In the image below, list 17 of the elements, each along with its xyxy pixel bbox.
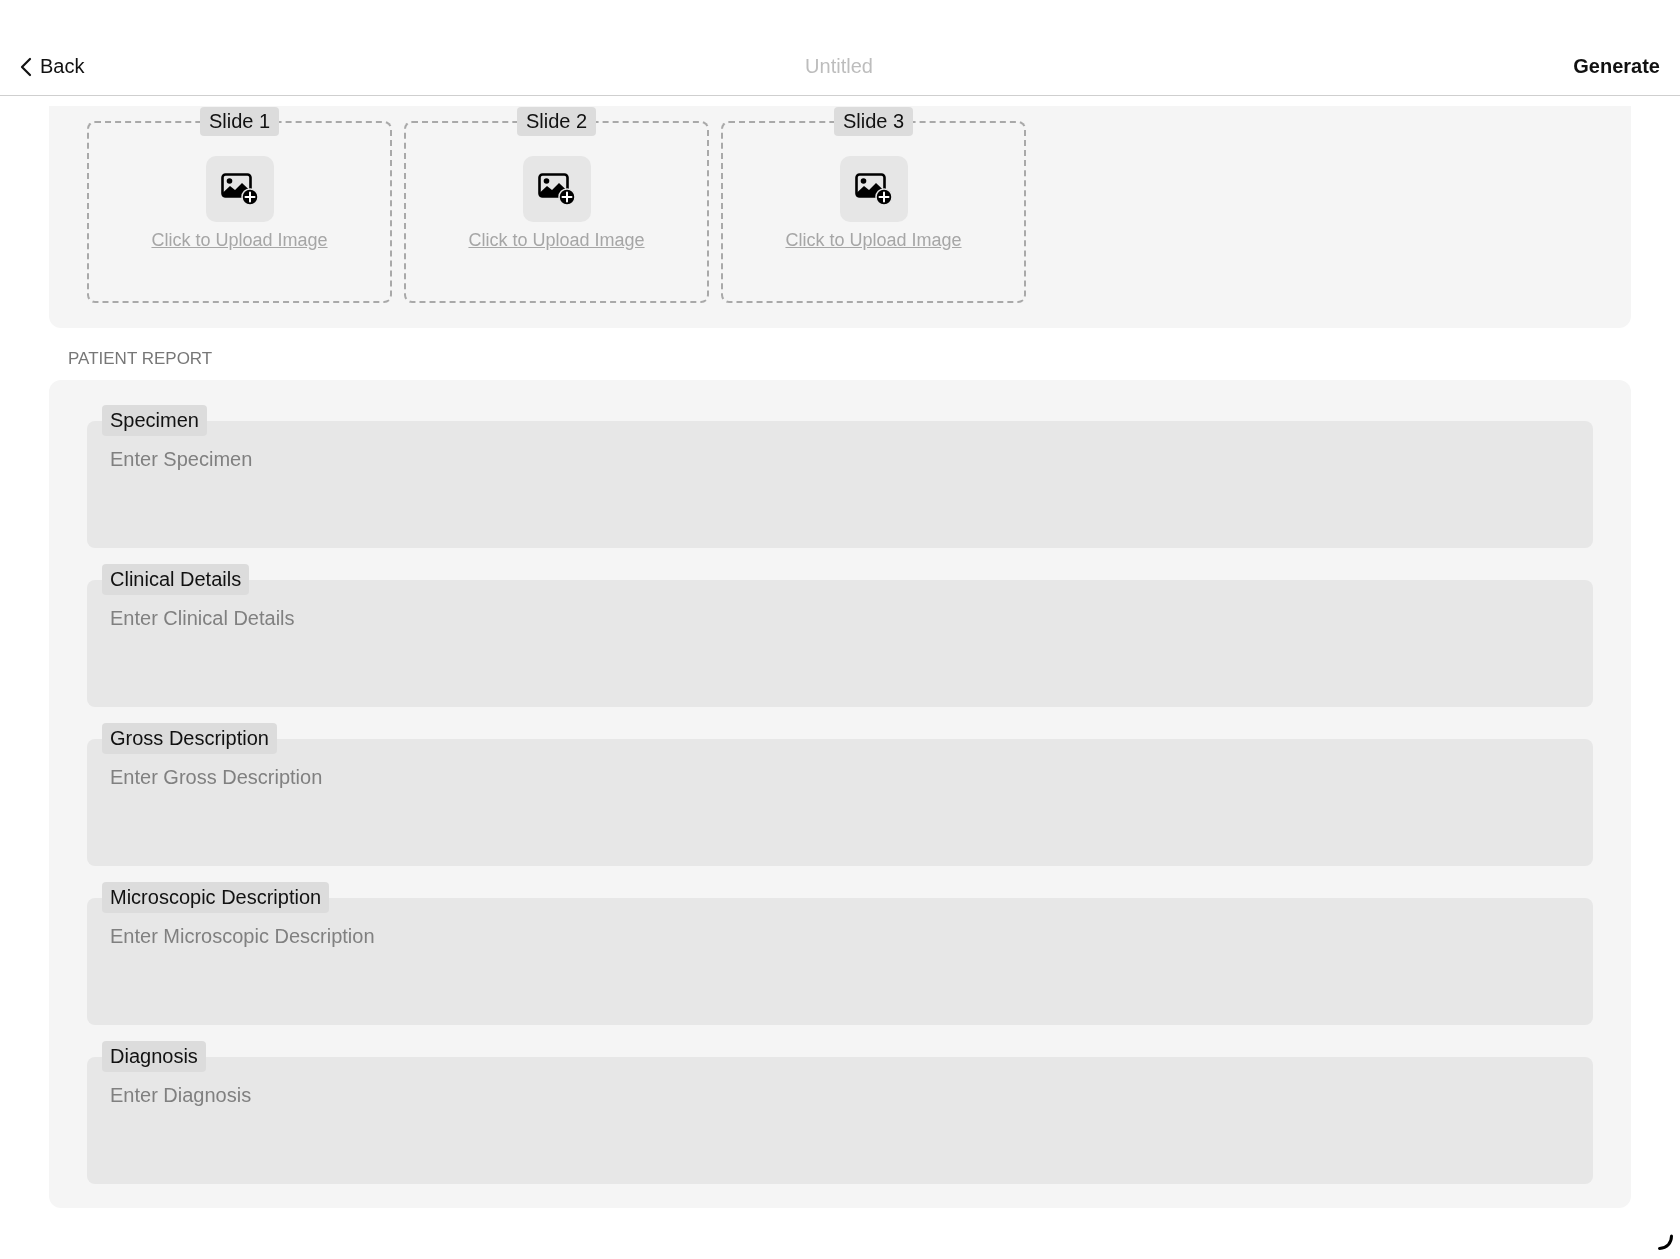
section-heading: PATIENT REPORT <box>68 348 213 370</box>
field-label: Microscopic Description <box>102 882 330 913</box>
generate-button[interactable]: Generate <box>1573 51 1660 82</box>
slide-label: Slide 2 <box>516 107 597 136</box>
slide-label: Slide 1 <box>199 107 280 136</box>
image-add-icon <box>205 156 274 222</box>
field-label: Gross Description <box>102 723 277 754</box>
back-button[interactable]: Back <box>18 51 87 82</box>
image-add-icon <box>522 156 591 222</box>
chevron-left-icon <box>20 56 32 77</box>
field-label: Clinical Details <box>102 564 250 595</box>
slide-label: Slide 3 <box>833 107 914 136</box>
corner-arc-icon <box>1657 1234 1674 1251</box>
field-label: Diagnosis <box>102 1041 206 1072</box>
image-add-icon <box>839 156 908 222</box>
page-title: Untitled <box>805 55 873 78</box>
field-label: Specimen <box>102 405 207 436</box>
